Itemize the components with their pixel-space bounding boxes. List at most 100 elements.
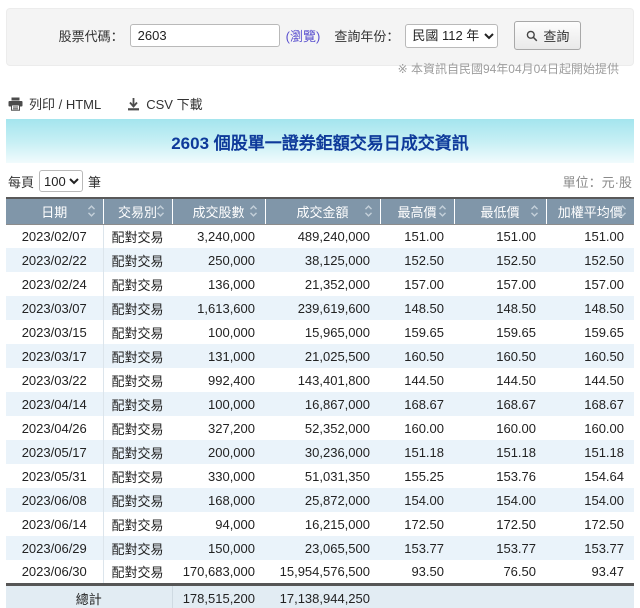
print-html-label: 列印 / HTML bbox=[29, 94, 101, 113]
header-low-price[interactable]: 最低價 bbox=[454, 198, 546, 224]
search-icon bbox=[526, 30, 538, 42]
table-cell: 157.00 bbox=[454, 272, 546, 296]
table-cell: 30,236,000 bbox=[265, 440, 380, 464]
table-cell: 153.77 bbox=[454, 536, 546, 560]
table-cell: 160.00 bbox=[546, 416, 634, 440]
search-button[interactable]: 查詢 bbox=[514, 21, 581, 50]
table-cell: 160.00 bbox=[454, 416, 546, 440]
table-cell: 2023/04/26 bbox=[6, 416, 103, 440]
browse-link[interactable]: (瀏覽) bbox=[286, 26, 321, 45]
table-cell: 配對交易 bbox=[103, 368, 172, 392]
table-cell: 144.50 bbox=[380, 368, 454, 392]
header-weighted-avg-price[interactable]: 加權平均價 bbox=[546, 198, 634, 224]
table-cell: 21,352,000 bbox=[265, 272, 380, 296]
table-cell: 2023/03/07 bbox=[6, 296, 103, 320]
unit-label: 單位：元·股 bbox=[563, 172, 632, 191]
table-cell: 154.00 bbox=[380, 488, 454, 512]
table-cell: 151.18 bbox=[546, 440, 634, 464]
table-cell: 168,000 bbox=[172, 488, 265, 512]
table-row: 2023/05/17配對交易200,00030,236,000151.18151… bbox=[6, 440, 634, 464]
table-cell: 160.50 bbox=[546, 344, 634, 368]
sort-icon bbox=[530, 205, 539, 218]
block-trade-table: 日期 交易別 成交股數 成交金額 最高價 最低價 加權平均價 2023/02/0… bbox=[6, 197, 634, 608]
stock-code-label: 股票代碼： bbox=[59, 26, 124, 45]
download-icon bbox=[127, 97, 140, 111]
availability-note: ※ 本資訊自民國94年04月04日起開始提供 bbox=[21, 60, 619, 77]
table-cell: 148.50 bbox=[546, 296, 634, 320]
year-label: 查詢年份： bbox=[334, 26, 399, 45]
table-cell: 151.00 bbox=[380, 224, 454, 248]
sort-icon bbox=[364, 205, 373, 218]
table-cell: 配對交易 bbox=[103, 560, 172, 585]
table-cell: 2023/02/24 bbox=[6, 272, 103, 296]
table-cell: 93.50 bbox=[380, 560, 454, 585]
table-cell: 148.50 bbox=[380, 296, 454, 320]
table-cell: 151.18 bbox=[380, 440, 454, 464]
toolbar: 列印 / HTML CSV 下載 bbox=[8, 94, 634, 113]
table-row: 2023/06/29配對交易150,00023,065,500153.77153… bbox=[6, 536, 634, 560]
table-cell: 159.65 bbox=[380, 320, 454, 344]
table-cell: 21,025,500 bbox=[265, 344, 380, 368]
table-cell: 168.67 bbox=[546, 392, 634, 416]
table-cell: 2023/05/31 bbox=[6, 464, 103, 488]
table-cell: 160.50 bbox=[454, 344, 546, 368]
print-html-button[interactable]: 列印 / HTML bbox=[8, 94, 101, 113]
table-cell: 16,867,000 bbox=[265, 392, 380, 416]
table-cell: 154.00 bbox=[546, 488, 634, 512]
table-cell: 143,401,800 bbox=[265, 368, 380, 392]
stock-code-input[interactable] bbox=[130, 24, 280, 47]
table-cell: 2023/06/30 bbox=[6, 560, 103, 585]
header-amount[interactable]: 成交金額 bbox=[265, 198, 380, 224]
table-cell: 配對交易 bbox=[103, 512, 172, 536]
table-row: 2023/06/30配對交易170,683,00015,954,576,5009… bbox=[6, 560, 634, 585]
table-cell: 152.50 bbox=[380, 248, 454, 272]
table-row: 2023/03/15配對交易100,00015,965,000159.65159… bbox=[6, 320, 634, 344]
table-cell: 159.65 bbox=[546, 320, 634, 344]
table-cell: 151.00 bbox=[454, 224, 546, 248]
header-trade-type[interactable]: 交易別 bbox=[103, 198, 172, 224]
table-cell: 25,872,000 bbox=[265, 488, 380, 512]
table-cell: 配對交易 bbox=[103, 320, 172, 344]
table-row: 2023/04/26配對交易327,20052,352,000 160.00160… bbox=[6, 416, 634, 440]
table-cell: 172.50 bbox=[546, 512, 634, 536]
per-page-select[interactable]: 100 bbox=[39, 170, 83, 192]
table-cell: 144.50 bbox=[546, 368, 634, 392]
header-shares[interactable]: 成交股數 bbox=[172, 198, 265, 224]
table-cell: 157.00 bbox=[380, 272, 454, 296]
table-cell: 153.77 bbox=[380, 536, 454, 560]
table-cell: 2023/04/14 bbox=[6, 392, 103, 416]
table-cell: 93.47 bbox=[546, 560, 634, 585]
search-button-label: 查詢 bbox=[543, 26, 569, 45]
table-cell: 155.25 bbox=[380, 464, 454, 488]
table-cell: 3,240,000 bbox=[172, 224, 265, 248]
header-high-price[interactable]: 最高價 bbox=[380, 198, 454, 224]
table-cell: 52,352,000 bbox=[265, 416, 380, 440]
table-cell: 144.50 bbox=[454, 368, 546, 392]
table-cell: 250,000 bbox=[172, 248, 265, 272]
table-cell: 160.50 bbox=[380, 344, 454, 368]
table-cell: 配對交易 bbox=[103, 416, 172, 440]
query-form: 股票代碼： (瀏覽) 查詢年份： 民國 112 年 查詢 bbox=[21, 21, 619, 50]
table-cell: 76.50 bbox=[454, 560, 546, 585]
table-row: 2023/06/08配對交易168,00025,872,000154.00154… bbox=[6, 488, 634, 512]
table-cell: 148.50 bbox=[454, 296, 546, 320]
table-cell: 2023/03/17 bbox=[6, 344, 103, 368]
per-page-control: 每頁 100 筆 bbox=[8, 170, 101, 192]
table-cell: 168.67 bbox=[454, 392, 546, 416]
table-cell: 配對交易 bbox=[103, 296, 172, 320]
query-panel: 股票代碼： (瀏覽) 查詢年份： 民國 112 年 查詢 ※ 本資訊自民國94年… bbox=[6, 8, 634, 66]
table-cell: 327,200 bbox=[172, 416, 265, 440]
table-cell: 16,215,000 bbox=[265, 512, 380, 536]
table-row: 2023/04/14配對交易100,00016,867,000168.67168… bbox=[6, 392, 634, 416]
csv-download-button[interactable]: CSV 下載 bbox=[127, 94, 202, 113]
table-cell: 配對交易 bbox=[103, 248, 172, 272]
header-date[interactable]: 日期 bbox=[6, 198, 103, 224]
table-cell: 153.76 bbox=[454, 464, 546, 488]
table-row: 2023/02/24配對交易136,00021,352,000157.00157… bbox=[6, 272, 634, 296]
table-row: 2023/02/22配對交易250,00038,125,000152.50152… bbox=[6, 248, 634, 272]
csv-download-label: CSV 下載 bbox=[146, 94, 202, 113]
table-cell: 153.77 bbox=[546, 536, 634, 560]
table-cell: 168.67 bbox=[380, 392, 454, 416]
table-cell: 2023/03/15 bbox=[6, 320, 103, 344]
year-select[interactable]: 民國 112 年 bbox=[405, 24, 498, 48]
